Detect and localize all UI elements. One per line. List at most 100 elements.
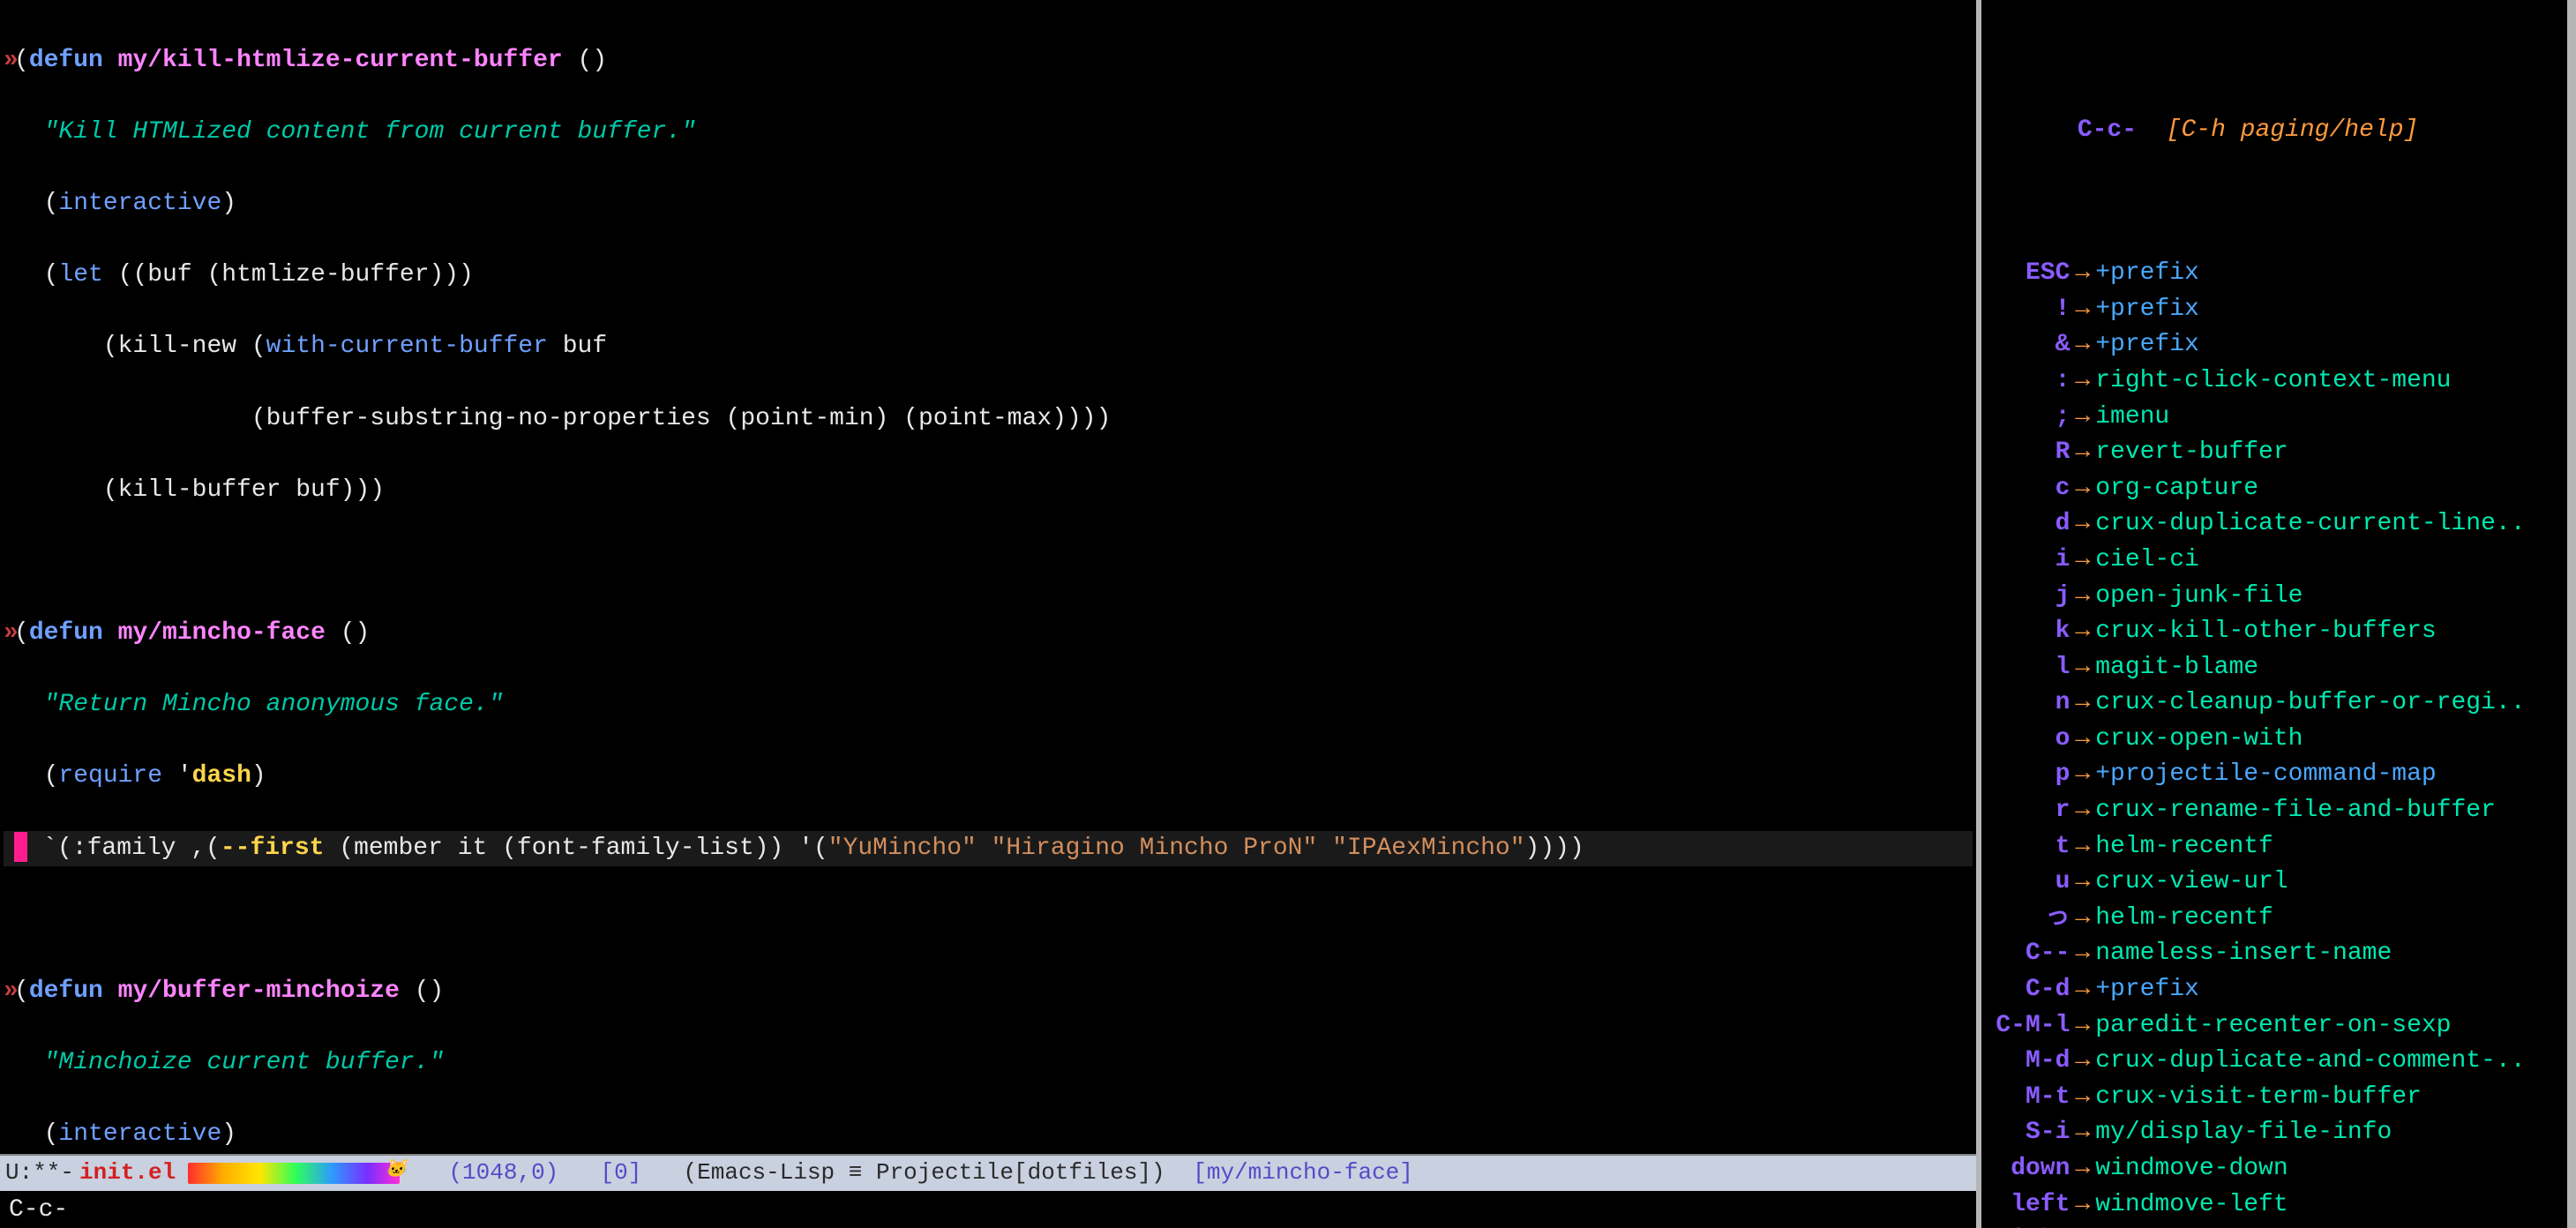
- which-key-key: :: [1988, 363, 2070, 400]
- which-key-key: j: [1988, 579, 2070, 615]
- which-key-prefix: C-c-: [2078, 116, 2137, 144]
- arrow-right-icon: →: [2070, 510, 2095, 537]
- which-key-binding[interactable]: &→+prefix: [1988, 327, 2560, 363]
- which-key-key: l: [1988, 650, 2070, 686]
- arrow-right-icon: →: [2070, 689, 2095, 716]
- which-key-binding[interactable]: p→+projectile-command-map: [1988, 757, 2560, 793]
- which-key-binding[interactable]: R→revert-buffer: [1988, 435, 2560, 471]
- arrow-right-icon: →: [2070, 403, 2095, 431]
- which-key-key: M-d: [1988, 1044, 2070, 1080]
- which-key-binding[interactable]: ;→imenu: [1988, 400, 2560, 436]
- arrow-right-icon: →: [2070, 331, 2095, 358]
- which-key-binding[interactable]: o→crux-open-with: [1988, 722, 2560, 758]
- arrow-right-icon: →: [2070, 1083, 2095, 1111]
- arrow-right-icon: →: [2070, 1191, 2095, 1218]
- which-key-key: R: [1988, 435, 2070, 471]
- which-key-binding[interactable]: M-t→crux-visit-term-buffer: [1988, 1080, 2560, 1116]
- which-key-binding[interactable]: C-M-l→paredit-recenter-on-sexp: [1988, 1008, 2560, 1045]
- which-key-key: ESC: [1988, 256, 2070, 292]
- which-key-command: crux-visit-term-buffer: [2095, 1083, 2422, 1111]
- which-key-command: magit-blame: [2095, 654, 2258, 681]
- which-key-binding[interactable]: っ→helm-recentf: [1988, 901, 2560, 937]
- which-key-key: i: [1988, 543, 2070, 579]
- which-key-key: p: [1988, 757, 2070, 793]
- which-key-command: +prefix: [2095, 296, 2199, 323]
- arrow-right-icon: →: [2070, 367, 2095, 394]
- nyan-bar[interactable]: 🐱: [188, 1163, 400, 1184]
- arrow-right-icon: →: [2070, 546, 2095, 573]
- which-key-command: crux-kill-other-buffers: [2095, 618, 2436, 645]
- which-key-binding[interactable]: r→crux-rename-file-and-buffer: [1988, 793, 2560, 829]
- main-window[interactable]: »(defun my/kill-htmlize-current-buffer (…: [0, 0, 1976, 1228]
- mode-line[interactable]: U:**- init.el 🐱 (1048,0) [0] (Emacs-Lisp…: [0, 1154, 1976, 1191]
- which-key-binding[interactable]: n→crux-cleanup-buffer-or-regi..: [1988, 685, 2560, 722]
- which-key-command: paredit-recenter-on-sexp: [2095, 1012, 2451, 1039]
- arrow-right-icon: →: [2070, 1155, 2095, 1182]
- which-key-binding[interactable]: t→helm-recentf: [1988, 829, 2560, 865]
- which-key-key: S-i: [1988, 1115, 2070, 1151]
- which-key-binding[interactable]: c→org-capture: [1988, 471, 2560, 507]
- arrow-right-icon: →: [2070, 475, 2095, 502]
- which-key-key: M-t: [1988, 1080, 2070, 1116]
- modeline-buffer-name[interactable]: init.el: [74, 1157, 181, 1190]
- arrow-right-icon: →: [2070, 618, 2095, 645]
- echo-area: C-c-: [0, 1191, 1976, 1228]
- which-key-key: d: [1988, 506, 2070, 543]
- which-key-command: org-capture: [2095, 475, 2258, 502]
- which-key-command: my/display-file-info: [2095, 1119, 2392, 1146]
- which-key-key: n: [1988, 685, 2070, 722]
- which-key-binding[interactable]: M-d→crux-duplicate-and-comment-..: [1988, 1044, 2560, 1080]
- which-key-binding[interactable]: :→right-click-context-menu: [1988, 363, 2560, 400]
- modeline-major-mode[interactable]: (Emacs-Lisp ≡ Projectile[dotfiles]): [684, 1157, 1165, 1190]
- which-key-binding[interactable]: u→crux-view-url: [1988, 865, 2560, 901]
- arrow-right-icon: →: [2070, 1012, 2095, 1039]
- emacs-frame: »(defun my/kill-htmlize-current-buffer (…: [0, 0, 2576, 1228]
- which-key-binding[interactable]: down→windmove-down: [1988, 1151, 2560, 1187]
- which-key-command: crux-duplicate-current-line..: [2095, 510, 2525, 537]
- which-key-command: crux-cleanup-buffer-or-regi..: [2095, 689, 2525, 716]
- which-key-command: revert-buffer: [2095, 438, 2288, 466]
- which-key-binding[interactable]: j→open-junk-file: [1988, 579, 2560, 615]
- which-key-binding[interactable]: S-i→my/display-file-info: [1988, 1115, 2560, 1151]
- which-key-binding[interactable]: C--→nameless-insert-name: [1988, 936, 2560, 972]
- arrow-right-icon: →: [2070, 654, 2095, 681]
- code-buffer[interactable]: »(defun my/kill-htmlize-current-buffer (…: [0, 0, 1976, 1154]
- which-key-binding[interactable]: k→crux-kill-other-buffers: [1988, 614, 2560, 650]
- which-key-binding[interactable]: C-d→+prefix: [1988, 972, 2560, 1008]
- which-key-binding[interactable]: !→+prefix: [1988, 292, 2560, 328]
- arrow-right-icon: →: [2070, 725, 2095, 753]
- arrow-right-icon: →: [2070, 797, 2095, 824]
- arrow-right-icon: →: [2070, 582, 2095, 610]
- which-key-command: imenu: [2095, 403, 2169, 431]
- which-key-command: crux-open-with: [2095, 725, 2303, 753]
- arrow-right-icon: →: [2070, 760, 2095, 788]
- which-key-command: +prefix: [2095, 259, 2199, 287]
- arrow-right-icon: →: [2070, 976, 2095, 1003]
- which-key-key: C-M-l: [1988, 1008, 2070, 1045]
- which-key-key: !: [1988, 292, 2070, 328]
- which-key-key: left: [1988, 1187, 2070, 1224]
- which-key-key: r: [1988, 793, 2070, 829]
- which-key-command: windmove-left: [2095, 1191, 2288, 1218]
- which-key-key: k: [1988, 614, 2070, 650]
- which-key-binding[interactable]: l→magit-blame: [1988, 650, 2560, 686]
- which-key-binding[interactable]: left→windmove-left: [1988, 1187, 2560, 1224]
- which-key-command: windmove-down: [2095, 1155, 2288, 1182]
- which-key-command: crux-duplicate-and-comment-..: [2095, 1047, 2525, 1074]
- which-key-command: right-click-context-menu: [2095, 367, 2451, 394]
- which-key-key: c: [1988, 471, 2070, 507]
- docstring: "Kill HTMLized content from current buff…: [44, 118, 696, 146]
- which-key-command: +prefix: [2095, 976, 2199, 1003]
- which-key-binding[interactable]: d→crux-duplicate-current-line..: [1988, 506, 2560, 543]
- modeline-narrow: [0]: [601, 1157, 642, 1190]
- which-key-window[interactable]: C-c- [C-h paging/help] ESC→+prefix!→+pre…: [1981, 0, 2576, 1228]
- which-key-binding[interactable]: ESC→+prefix: [1988, 256, 2560, 292]
- which-key-binding[interactable]: i→ciel-ci: [1988, 543, 2560, 579]
- which-key-command: helm-recentf: [2095, 833, 2273, 860]
- which-key-command: +projectile-command-map: [2095, 760, 2436, 788]
- which-key-command: crux-view-url: [2095, 868, 2288, 895]
- which-key-command: open-junk-file: [2095, 582, 2303, 610]
- which-key-binding[interactable]: right→windmove-right: [1988, 1223, 2560, 1228]
- modeline-which-func: [my/mincho-face]: [1193, 1157, 1413, 1190]
- which-key-key: right: [1988, 1223, 2070, 1228]
